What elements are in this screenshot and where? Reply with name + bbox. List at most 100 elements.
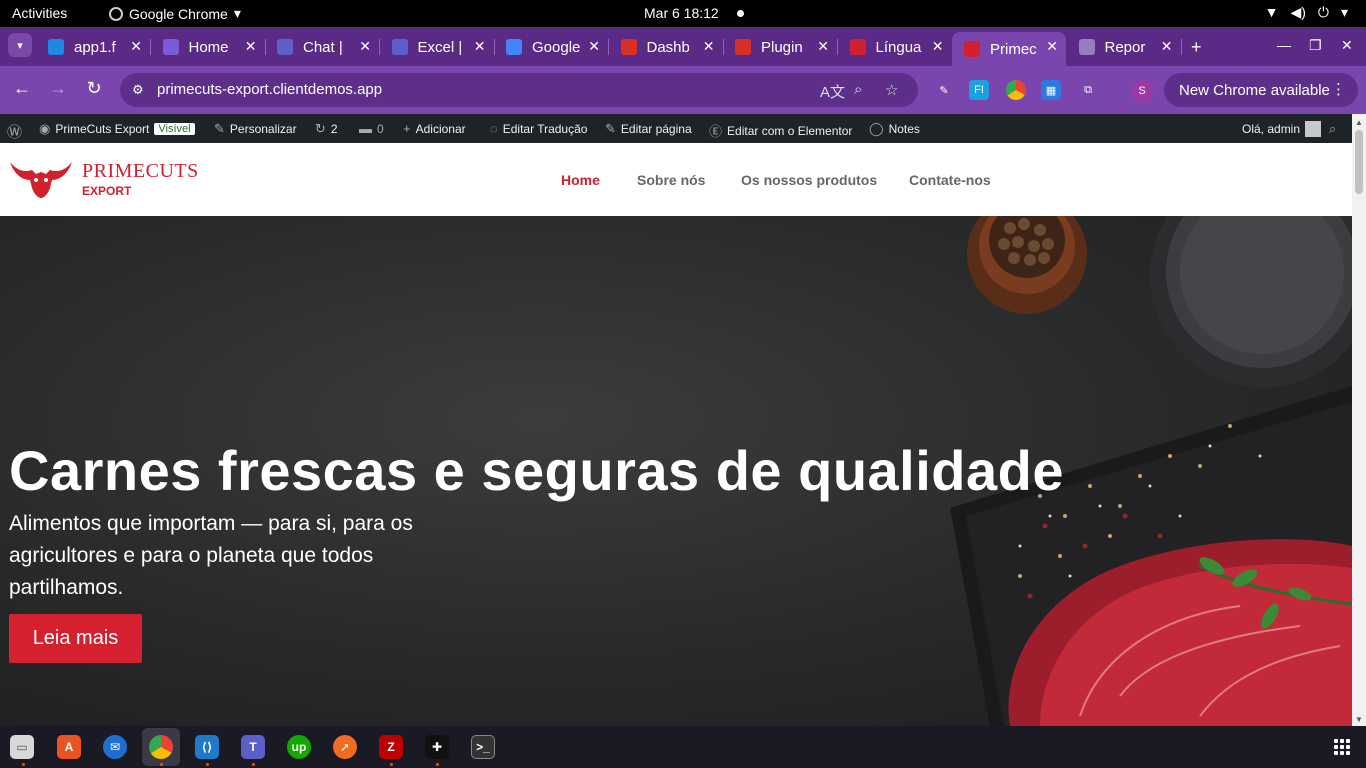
close-tab-icon[interactable]: ✕	[245, 38, 257, 55]
wifi-icon: ▼	[1264, 4, 1279, 20]
shield-icon[interactable]: ✚	[425, 735, 449, 759]
browser-tab[interactable]: Língua ✕	[838, 32, 953, 62]
wp-customize[interactable]: ✎ Personalizar	[214, 121, 297, 137]
translate-icon[interactable]: A文	[820, 81, 845, 102]
browser-tab[interactable]: Plugin ✕	[723, 32, 838, 62]
tab-search-button[interactable]: ▾	[8, 33, 32, 57]
nav-products[interactable]: Os nossos produtos	[741, 172, 877, 188]
search-icon[interactable]: ⌕	[1329, 121, 1336, 137]
running-indicator	[22, 763, 25, 766]
color-extension-icon[interactable]	[1006, 80, 1026, 100]
minimize-icon[interactable]: —	[1277, 37, 1291, 53]
browser-tab[interactable]: Google ✕	[494, 32, 609, 62]
app-menu[interactable]: Google Chrome ▾	[109, 5, 241, 22]
edit-translation-label: Editar Tradução	[502, 121, 588, 136]
taskbar-dock: ▭ A ✉ ⟨⟩ T up ➚ Z ✚ >_	[0, 726, 1366, 768]
scroll-up-icon[interactable]: ▲	[1355, 118, 1363, 127]
close-tab-icon[interactable]: ✕	[932, 38, 944, 55]
teams-icon[interactable]: T	[241, 735, 265, 759]
thunderbird-icon[interactable]: ✉	[103, 735, 127, 759]
browser-tab[interactable]: app1.f ✕	[36, 32, 151, 62]
page-scrollbar[interactable]: ▲ ▼	[1352, 114, 1366, 726]
maximize-icon[interactable]: ❐	[1309, 37, 1322, 54]
wp-edit-page[interactable]: ✎ Editar página	[605, 121, 692, 137]
app-center-icon[interactable]: A	[57, 735, 81, 759]
translate-icon: ◌	[490, 121, 498, 136]
browser-tab[interactable]: Dashb ✕	[609, 32, 724, 62]
close-tab-icon[interactable]: ✕	[817, 38, 829, 55]
chrome-app-icon	[109, 6, 123, 21]
terminal-icon[interactable]: >_	[471, 735, 495, 759]
eyedropper-extension-icon[interactable]: ✎	[934, 80, 954, 100]
update-label: New Chrome available	[1179, 81, 1330, 99]
clock[interactable]: Mar 6 18:12	[644, 5, 719, 21]
chevron-down-icon: ▾	[233, 5, 241, 21]
scrollbar-thumb[interactable]	[1355, 130, 1363, 194]
wp-edit-translation[interactable]: ◌ Editar Tradução	[490, 121, 587, 136]
dashboard-icon: ◉	[39, 121, 51, 136]
forward-button[interactable]: →	[46, 78, 70, 99]
running-indicator	[160, 763, 163, 766]
wp-account[interactable]: Olá, admin	[1242, 121, 1322, 137]
profile-avatar[interactable]: S	[1131, 80, 1153, 102]
read-more-button[interactable]: Leia mais	[9, 614, 142, 663]
wp-notes[interactable]: ◯ Notes	[869, 121, 920, 137]
bull-icon	[964, 41, 980, 57]
nav-home[interactable]: Home	[561, 172, 600, 188]
chrome-icon[interactable]	[149, 735, 173, 759]
vscode-icon[interactable]: ⟨⟩	[195, 735, 219, 759]
wp-updates[interactable]: ↻ 2	[315, 121, 338, 137]
kebab-menu-icon[interactable]: ⋮	[1331, 80, 1346, 98]
close-tab-icon[interactable]: ✕	[703, 38, 715, 55]
tab-label: Google	[532, 38, 581, 56]
close-tab-icon[interactable]: ✕	[359, 38, 371, 55]
tab-strip: ▾ app1.f ✕ Home ✕ Chat | ✕ Excel | ✕ Google ✕ Dash…	[0, 27, 1366, 66]
close-tab-icon[interactable]: ✕	[474, 38, 486, 55]
nav-contact[interactable]: Contate-nos	[909, 172, 991, 188]
site-info-icon[interactable]: ⚙	[132, 82, 144, 98]
filezilla-icon[interactable]: Z	[379, 735, 403, 759]
close-tab-icon[interactable]: ✕	[588, 38, 600, 55]
nav-about[interactable]: Sobre nós	[637, 172, 705, 188]
upwork-icon[interactable]: up	[287, 735, 311, 759]
browser-tab[interactable]: Home ✕	[151, 32, 266, 62]
wp-edit-elementor[interactable]: Ⓔ Editar com o Elementor	[709, 121, 852, 140]
toolbox-extension-icon[interactable]: ▦	[1041, 80, 1061, 100]
browser-tab[interactable]: Excel | ✕	[380, 32, 495, 62]
postman-icon[interactable]: ➚	[333, 735, 357, 759]
tab-label: Primec	[990, 40, 1037, 58]
running-indicator	[206, 763, 209, 766]
extensions-puzzle-icon[interactable]: ⧉	[1078, 80, 1098, 100]
close-tab-icon[interactable]: ✕	[1046, 38, 1058, 55]
scroll-down-icon[interactable]: ▼	[1355, 715, 1363, 724]
close-tab-icon[interactable]: ✕	[1161, 38, 1173, 55]
url-text[interactable]: primecuts-export.clientdemos.app	[157, 81, 382, 98]
system-top-bar: Activities Google Chrome ▾ Mar 6 18:12 ▼…	[0, 0, 1366, 27]
wordpress-logo-icon[interactable]: Ⓦ	[7, 121, 22, 142]
close-tab-icon[interactable]: ✕	[130, 38, 142, 55]
files-icon[interactable]: ▭	[10, 735, 34, 759]
reload-button[interactable]: ↻	[82, 78, 106, 99]
wp-comments[interactable]: ▬ 0	[359, 121, 384, 136]
site-logo[interactable]: PRIMECUTS EXPORT	[8, 158, 199, 200]
close-window-icon[interactable]: ✕	[1341, 37, 1353, 54]
system-tray[interactable]: ▼ ◀) ⏻ ▾	[1265, 4, 1348, 21]
new-tab-button[interactable]: +	[1191, 37, 1202, 58]
bookmark-star-icon[interactable]: ☆	[885, 81, 898, 99]
brand-subtitle: EXPORT	[82, 184, 132, 198]
activities-button[interactable]: Activities	[12, 5, 67, 21]
back-button[interactable]: ←	[10, 78, 34, 99]
wp-site-name[interactable]: ◉ PrimeCuts Export Visível	[39, 121, 195, 137]
zoom-icon[interactable]: ⌕	[854, 81, 862, 98]
app-grid-icon[interactable]	[1334, 739, 1350, 755]
updates-count: 2	[330, 122, 338, 136]
address-bar[interactable]: ⚙ primecuts-export.clientdemos.app A文 ⌕ …	[120, 73, 918, 107]
wp-add-new[interactable]: + Adicionar	[403, 121, 466, 136]
browser-tab[interactable]: Repor ✕	[1067, 32, 1182, 62]
chrome-update-button[interactable]: New Chrome available ⋮	[1164, 73, 1358, 107]
elementor-icon: Ⓔ	[709, 124, 723, 139]
browser-tab[interactable]: Primec ✕	[952, 32, 1066, 66]
notification-dot-icon	[737, 10, 744, 17]
browser-tab[interactable]: Chat | ✕	[265, 32, 380, 62]
fi-extension-icon[interactable]: FI	[969, 80, 989, 100]
